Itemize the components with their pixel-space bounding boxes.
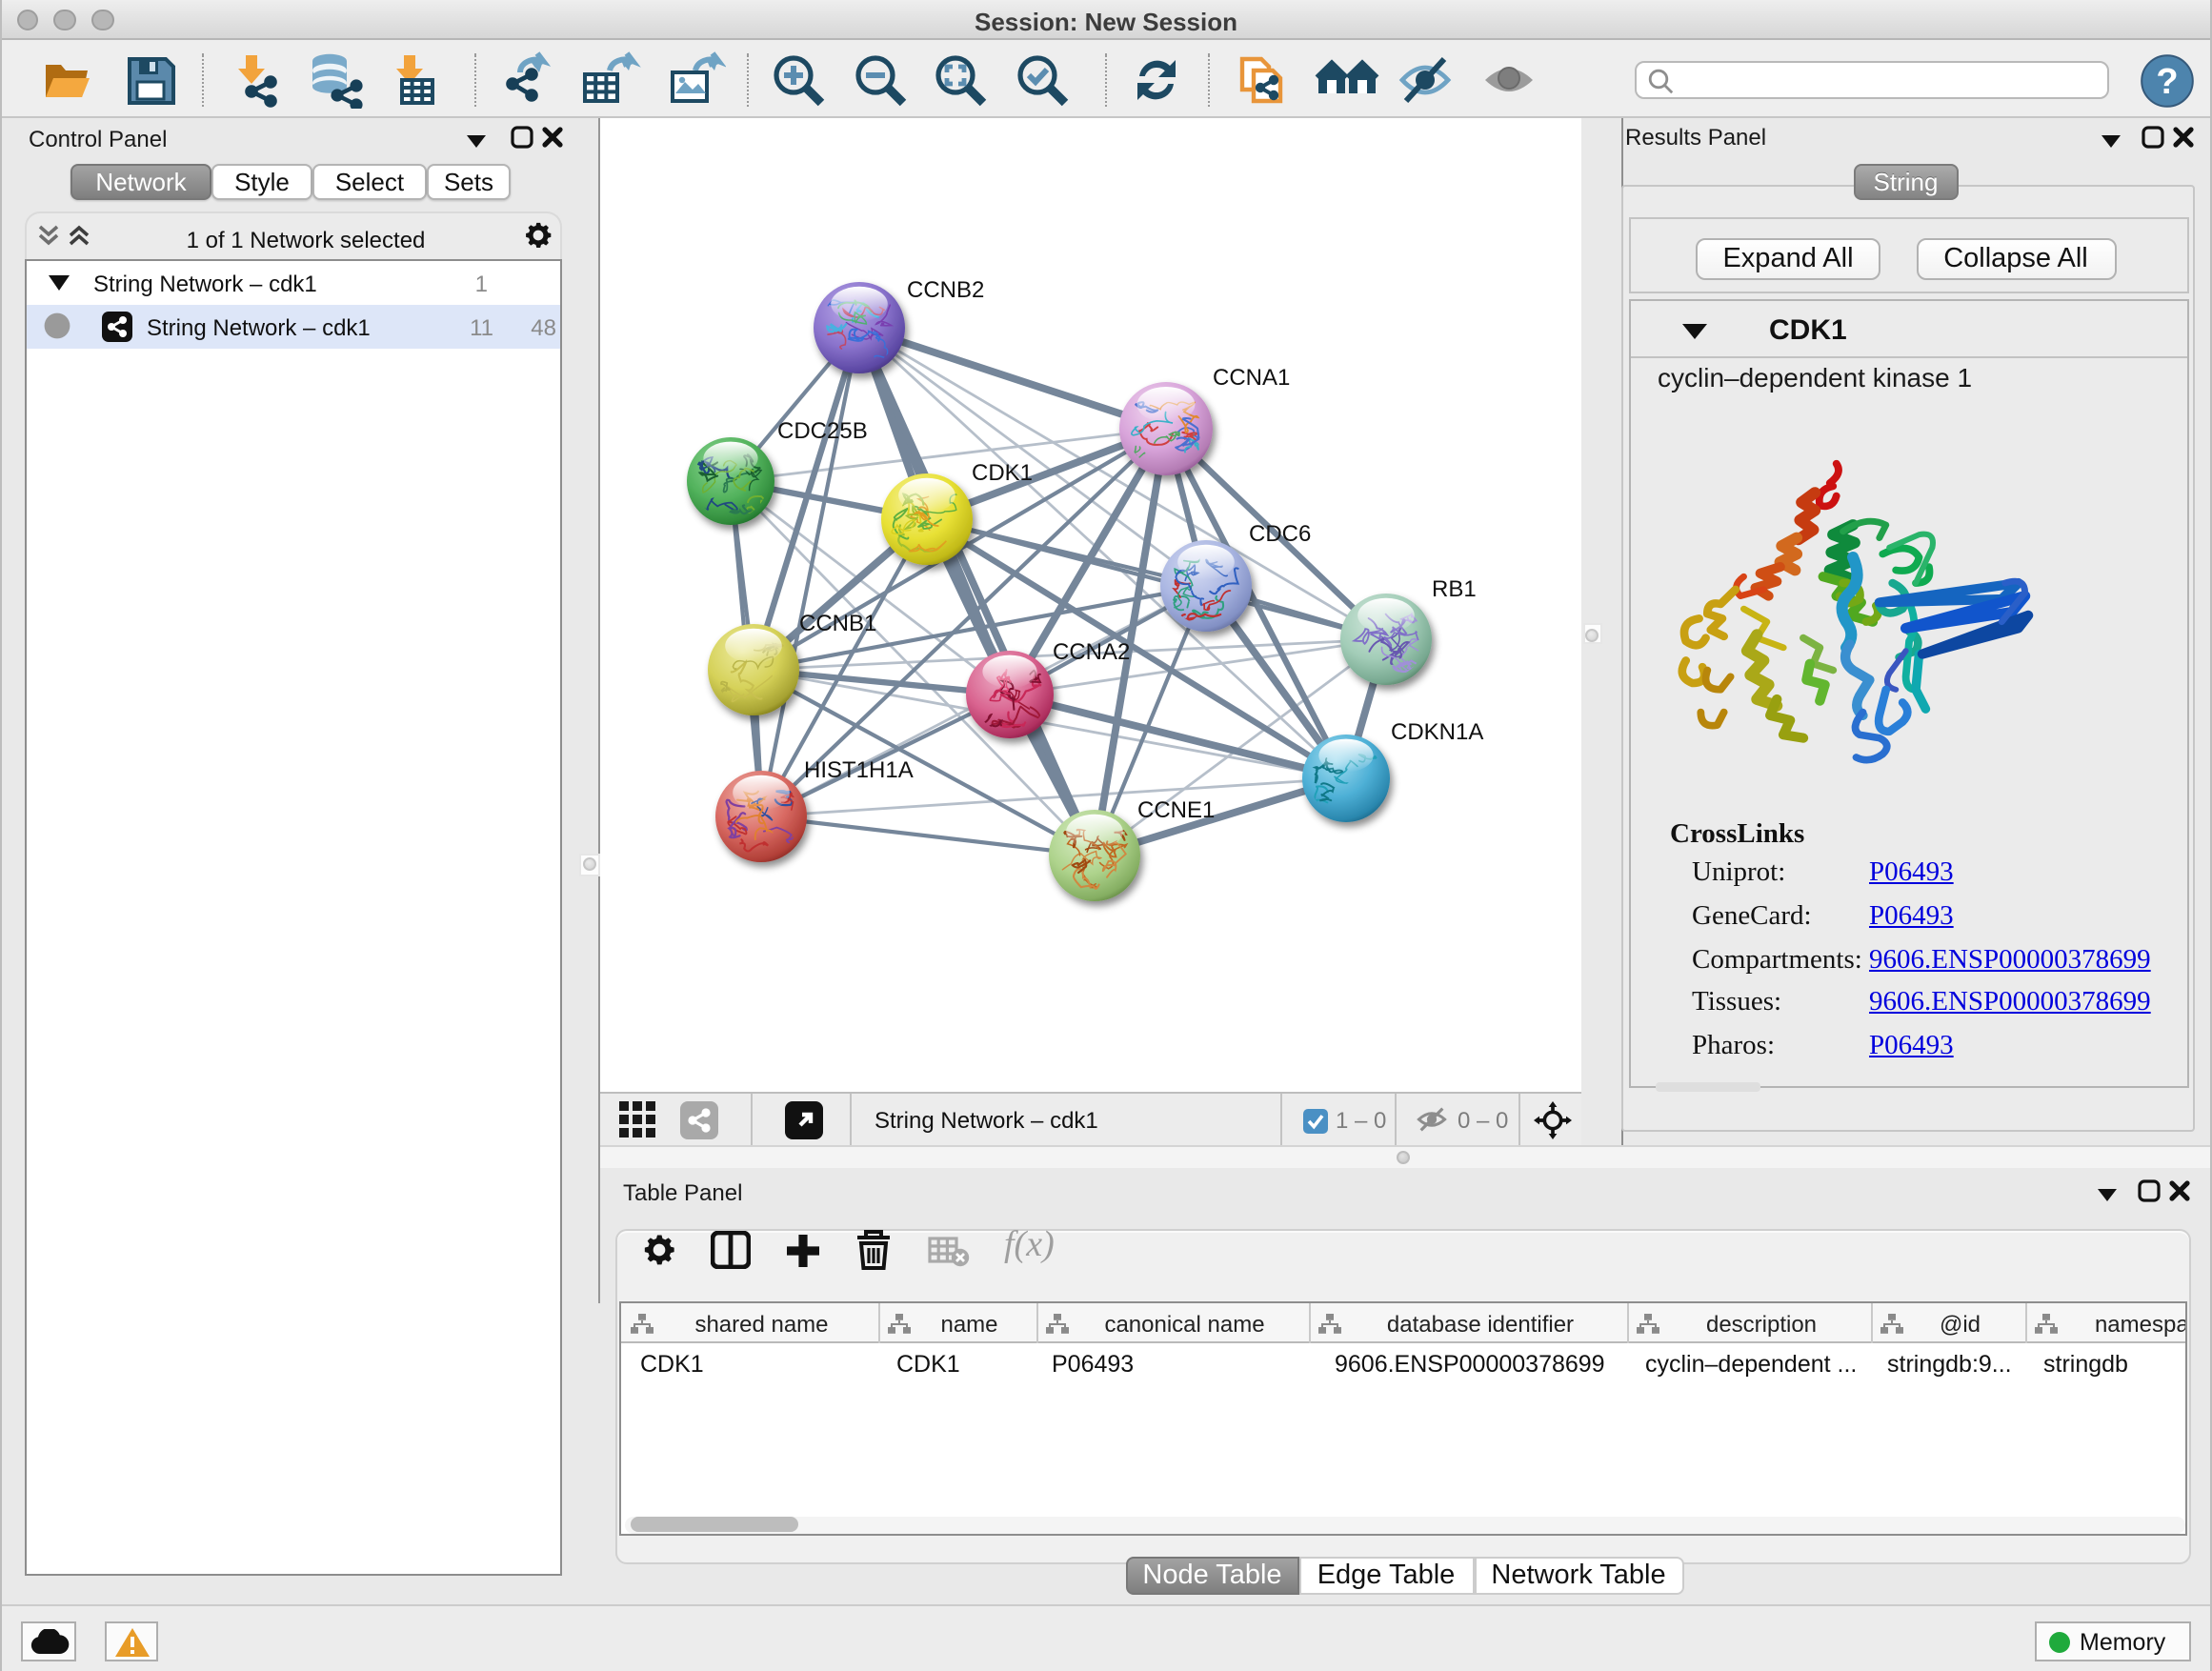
svg-text:CCNA2: CCNA2 [1053,639,1130,665]
svg-text:CDC6: CDC6 [1249,521,1311,547]
svg-text:CCNA1: CCNA1 [1213,365,1290,391]
svg-text:CDK1: CDK1 [972,460,1033,486]
svg-text:?: ? [2156,61,2178,101]
svg-text:CCNE1: CCNE1 [1137,797,1215,823]
svg-text:CDC25B: CDC25B [777,418,868,444]
svg-text:CDKN1A: CDKN1A [1391,719,1483,745]
svg-text:RB1: RB1 [1432,576,1477,602]
svg-text:HIST1H1A: HIST1H1A [804,757,914,783]
svg-text:CCNB2: CCNB2 [907,277,984,303]
svg-text:CCNB1: CCNB1 [799,611,876,636]
